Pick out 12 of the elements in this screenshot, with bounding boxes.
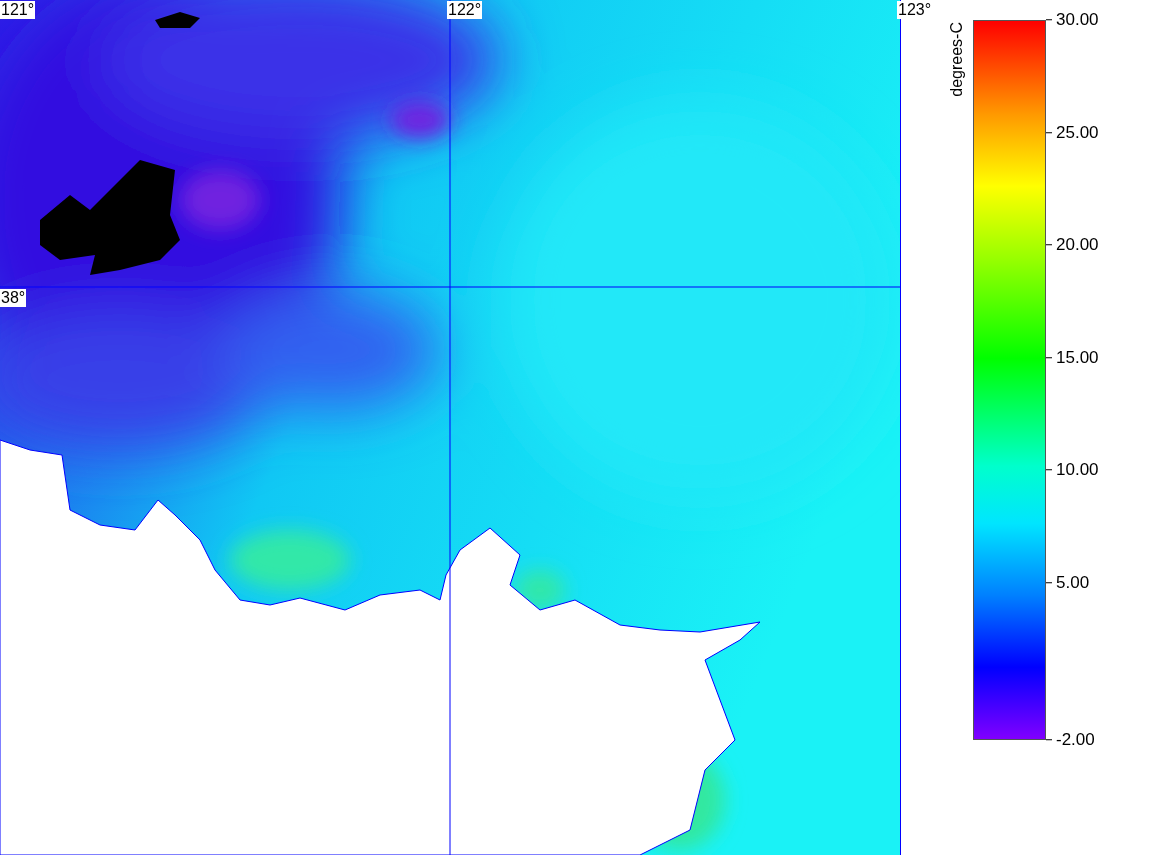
tick-label: 20.00 xyxy=(1056,234,1099,257)
tick-label: 30.00 xyxy=(1056,9,1099,32)
tick-label: 10.00 xyxy=(1056,459,1099,482)
tick-label: -2.00 xyxy=(1056,729,1095,752)
tick-label: 15.00 xyxy=(1056,346,1099,369)
tick-label: 25.00 xyxy=(1056,121,1099,144)
longitude-label: 121° xyxy=(0,1,36,19)
longitude-label: 123° xyxy=(897,1,933,19)
longitude-label: 122° xyxy=(447,1,483,19)
tick-label: 5.00 xyxy=(1056,571,1090,594)
latitude-label: 38° xyxy=(0,289,27,307)
colorbar-title: degrees-C xyxy=(947,22,966,97)
